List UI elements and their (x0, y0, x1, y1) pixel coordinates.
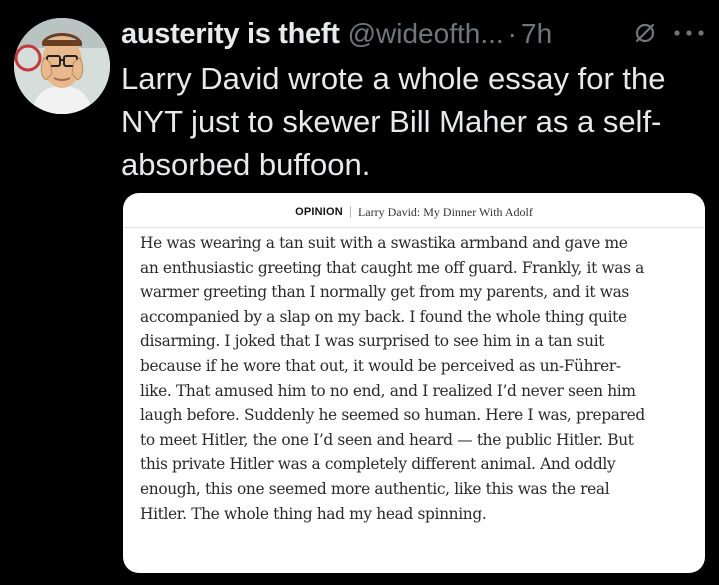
tweet-text: Larry David wrote a whole essay for the … (121, 57, 711, 186)
section-label: OPINION (295, 206, 343, 218)
header-divider (349, 206, 351, 218)
excerpt-line: accompanied by a slap on my back. I foun… (140, 307, 627, 326)
excerpt-line: laugh before. Suddenly he seemed so huma… (140, 406, 645, 425)
user-handle[interactable]: @wideofth... (348, 18, 504, 50)
attached-image-card[interactable]: OPINION Larry David: My Dinner With Adol… (123, 193, 705, 573)
excerpt-line: Hitler. The whole thing had my head spin… (140, 504, 487, 523)
excerpt-line: because if he wore that out, it would be… (140, 356, 621, 375)
mute-icon[interactable] (632, 20, 658, 46)
avatar-icon (14, 18, 110, 114)
article-title: Larry David: My Dinner With Adolf (357, 204, 533, 219)
tweet-text-line: NYT just to skewer Bill Maher as a self- (121, 104, 662, 139)
excerpt-line: an enthusiastic greeting that caught me … (140, 258, 645, 277)
article-excerpt: He was wearing a tan suit with a swastik… (140, 231, 696, 526)
separator-dot: · (507, 18, 517, 49)
excerpt-line: to meet Hitler, the one I’d seen and hea… (140, 430, 634, 449)
excerpt-line: disarming. I joked that I was surprised … (140, 332, 605, 351)
excerpt-line: He was wearing a tan suit with a swastik… (140, 234, 628, 252)
tweet-text-line: absorbed buffoon. (121, 147, 371, 182)
avatar[interactable] (14, 18, 110, 114)
tweet-header: austerity is theft @wideofth... · 7h (121, 14, 711, 54)
timestamp[interactable]: 7h (521, 18, 552, 50)
article-header: OPINION Larry David: My Dinner With Adol… (123, 201, 705, 223)
excerpt-line: warmer greeting than I normally get from… (140, 283, 629, 302)
tweet-text-line: Larry David wrote a whole essay for the (121, 61, 666, 96)
header-rule (123, 227, 705, 228)
excerpt-line: this private Hitler was a completely dif… (140, 455, 616, 474)
excerpt-line: enough, this one seemed more authentic, … (140, 479, 610, 498)
excerpt-line: like. That amused him to no end, and I r… (140, 381, 636, 400)
display-name[interactable]: austerity is theft (121, 18, 340, 51)
more-icon[interactable] (670, 22, 708, 44)
